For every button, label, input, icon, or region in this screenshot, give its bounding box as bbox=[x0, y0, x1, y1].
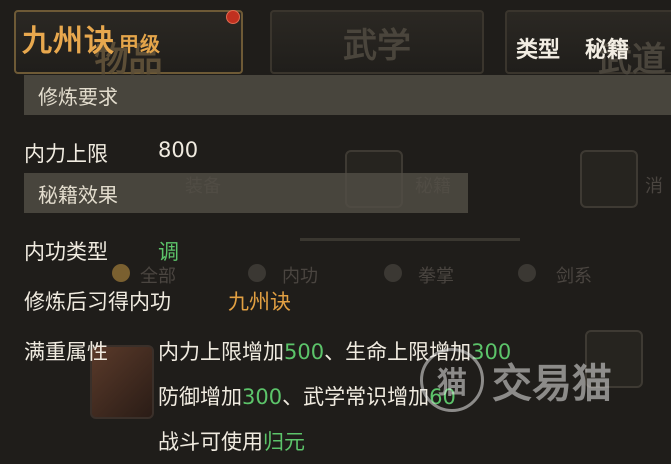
notification-dot-icon bbox=[226, 10, 240, 24]
type-value: 秘籍 bbox=[585, 38, 630, 63]
radio-sword-icon[interactable] bbox=[518, 264, 536, 282]
section-effect: 秘籍效果 bbox=[24, 173, 468, 213]
tab-martial-arts[interactable]: 武学 bbox=[270, 10, 484, 74]
type-label: 类型 bbox=[516, 38, 561, 63]
category-fist[interactable]: 拳掌 bbox=[418, 262, 454, 288]
section-requirement: 修炼要求 bbox=[24, 75, 671, 115]
watermark-text: 交易猫 bbox=[492, 361, 612, 407]
attr-battle-value: 归元 bbox=[263, 430, 305, 454]
filter-potion-icon[interactable] bbox=[580, 150, 638, 208]
attr-separator: 、 bbox=[324, 340, 346, 364]
learn-label: 修炼后习得内功 bbox=[24, 290, 171, 314]
attr-knowledge-label: 武学常识增加 bbox=[303, 385, 430, 409]
neili-label: 内力上限 bbox=[24, 142, 108, 166]
watermark-logo-glyph: 猫 bbox=[437, 366, 467, 401]
neigong-type-label: 内功类型 bbox=[24, 240, 108, 264]
attr-neili-label: 内力上限增加 bbox=[158, 340, 284, 364]
section-requirement-label: 修炼要求 bbox=[38, 84, 118, 109]
item-title: 九州诀 甲级 bbox=[22, 16, 161, 60]
divider bbox=[300, 238, 520, 241]
category-sword[interactable]: 剑系 bbox=[556, 262, 592, 288]
section-effect-label: 秘籍效果 bbox=[38, 182, 118, 207]
watermark: 猫 交易猫 bbox=[420, 348, 612, 412]
category-neigong[interactable]: 内功 bbox=[282, 262, 318, 288]
radio-fist-icon[interactable] bbox=[384, 264, 402, 282]
filter-consumable[interactable]: 消 bbox=[645, 172, 663, 198]
radio-neigong-icon[interactable] bbox=[248, 264, 266, 282]
attr-battle-label: 战斗可使用 bbox=[158, 430, 263, 454]
full-attr-label: 满重属性 bbox=[24, 340, 108, 364]
attr-line-2: 防御增加300、武学常识增加60 bbox=[158, 381, 456, 411]
watermark-logo-icon: 猫 bbox=[420, 348, 484, 412]
item-name: 九州诀 bbox=[22, 24, 115, 59]
learn-value: 九州诀 bbox=[228, 290, 291, 314]
neili-value: 800 bbox=[158, 138, 199, 162]
attr-separator: 、 bbox=[282, 385, 304, 409]
item-grade: 甲级 bbox=[119, 32, 161, 56]
attr-defense-label: 防御增加 bbox=[158, 385, 242, 409]
tab-martial-arts-label: 武学 bbox=[343, 25, 411, 66]
radio-all-icon[interactable] bbox=[112, 264, 130, 282]
attr-line-3: 战斗可使用归元 bbox=[158, 426, 305, 456]
attr-neili-value: 500 bbox=[284, 340, 325, 364]
neigong-type-value: 调 bbox=[158, 240, 179, 264]
attr-defense-value: 300 bbox=[242, 385, 283, 409]
